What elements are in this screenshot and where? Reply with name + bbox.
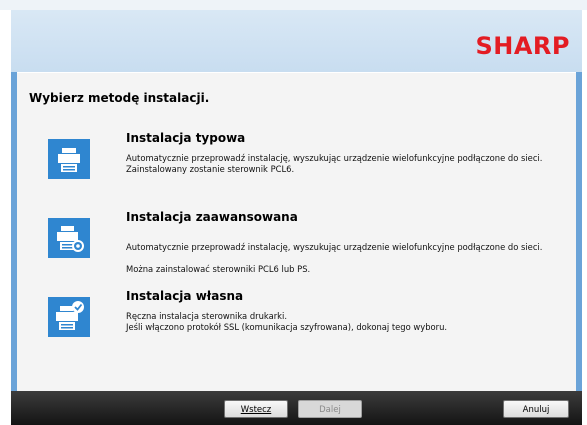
back-button[interactable]: Wstecz xyxy=(224,400,288,418)
header: SHARP xyxy=(11,10,582,72)
sharp-logo: SHARP xyxy=(475,32,570,60)
option-advanced-install[interactable]: Instalacja zaawansowana Automatycznie pr… xyxy=(48,210,573,274)
option-desc-line: Można zainstalować sterowniki PCL6 lub P… xyxy=(126,264,311,274)
option-title: Instalacja własna xyxy=(126,289,244,303)
content-panel: Wybierz metodę instalacji. Instalacja ty… xyxy=(17,72,576,391)
page-title: Wybierz metodę instalacji. xyxy=(29,91,210,105)
option-title: Instalacja zaawansowana xyxy=(126,210,298,224)
cancel-button[interactable]: Anuluj xyxy=(503,400,569,418)
option-desc-line: Automatycznie przeprowadź instalację, wy… xyxy=(126,153,543,163)
option-desc-line: Jeśli włączono protokół SSL (komunikacja… xyxy=(126,322,448,332)
top-strip xyxy=(0,0,587,10)
option-desc-line: Zainstalowany zostanie sterownik PCL6. xyxy=(126,164,295,174)
back-label: Wstecz xyxy=(240,405,272,415)
next-label: Dalej xyxy=(319,405,341,415)
option-custom-install[interactable]: Instalacja własna Ręczna instalacja ster… xyxy=(48,289,573,347)
printer-icon[interactable] xyxy=(48,139,90,179)
installer-window: SHARP Wybierz metodę instalacji. Instala… xyxy=(11,10,582,425)
option-desc-line: Ręczna instalacja sterownika drukarki. xyxy=(126,311,288,321)
option-desc-line: Automatycznie przeprowadź instalację, wy… xyxy=(126,242,543,252)
option-typical-install[interactable]: Instalacja typowa Automatycznie przeprow… xyxy=(48,131,573,189)
option-title: Instalacja typowa xyxy=(126,131,246,145)
printer-check-icon[interactable] xyxy=(48,297,90,337)
printer-settings-icon[interactable] xyxy=(48,218,90,258)
footer-bar: Wstecz Dalej Anuluj xyxy=(11,391,582,425)
cancel-label: Anuluj xyxy=(522,405,550,415)
next-button[interactable]: Dalej xyxy=(298,400,362,418)
